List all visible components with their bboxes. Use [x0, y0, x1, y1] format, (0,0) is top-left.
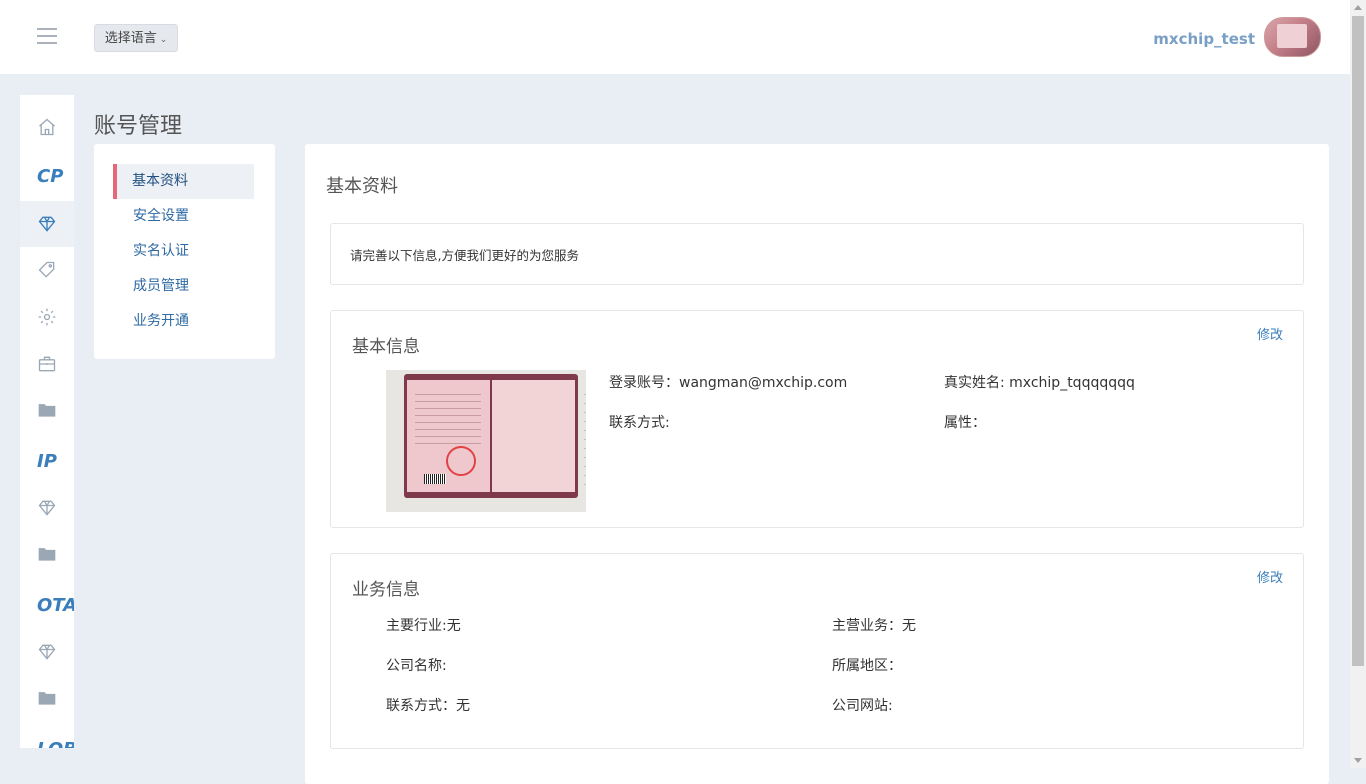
main-panel: 基本资料 请完善以下信息,方便我们更好的为您服务 基本信息 修改 登录账号：wa…: [305, 144, 1329, 784]
diamond-icon[interactable]: [20, 201, 74, 247]
submenu-item-members[interactable]: 成员管理: [113, 269, 254, 304]
contact-method: 联系方式:: [609, 415, 670, 431]
tag-icon[interactable]: [20, 247, 74, 293]
submenu-item-business[interactable]: 业务开通: [113, 304, 254, 339]
edit-basic-info-link[interactable]: 修改: [1257, 324, 1283, 343]
main-business: 主营业务：无: [832, 618, 916, 634]
submenu-item-basic-profile[interactable]: 基本资料: [113, 164, 254, 199]
page-scrollbar[interactable]: [1350, 0, 1366, 768]
folder-icon[interactable]: [20, 387, 74, 433]
real-name: 真实姓名: mxchip_tqqqqqqq: [944, 375, 1135, 391]
icon-sidebar: CP IP OTA LOB: [20, 95, 74, 748]
diamond-icon[interactable]: [20, 629, 74, 675]
basic-info-title: 基本信息: [352, 337, 420, 357]
main-industry: 主要行业:无: [386, 618, 461, 634]
section-title: 基本资料: [326, 176, 398, 197]
login-account: 登录账号：wangman@mxchip.com: [609, 375, 848, 391]
avatar[interactable]: [1264, 17, 1321, 57]
briefcase-icon[interactable]: [20, 341, 74, 387]
section-label-ip: IP: [37, 451, 57, 472]
submenu-item-security[interactable]: 安全设置: [113, 199, 254, 234]
section-label-cp: CP: [37, 166, 64, 187]
folder-icon[interactable]: [20, 675, 74, 721]
scrollbar-thumb[interactable]: [1352, 16, 1364, 666]
business-contact: 联系方式：无: [386, 698, 470, 714]
page-title: 账号管理: [94, 114, 183, 139]
notice-text: 请完善以下信息,方便我们更好的为您服务: [350, 248, 579, 263]
submenu-item-verification[interactable]: 实名认证: [113, 234, 254, 269]
attribute: 属性：: [944, 415, 986, 431]
scroll-up-icon[interactable]: [1354, 5, 1362, 10]
section-label-lob: LOB: [37, 739, 74, 748]
chevron-down-icon: ⌄: [159, 35, 168, 45]
edit-business-info-link[interactable]: 修改: [1257, 567, 1283, 586]
top-header: 选择语言 ⌄ mxchip_test: [0, 0, 1350, 74]
license-image: [386, 370, 586, 512]
business-info-card: 业务信息 修改 主要行业:无 主营业务：无 公司名称: 所属地区： 联系方式：无…: [330, 553, 1304, 749]
company-website: 公司网站:: [832, 698, 893, 714]
region: 所属地区：: [832, 658, 902, 674]
home-icon[interactable]: [20, 104, 74, 150]
menu-toggle-icon[interactable]: [37, 28, 57, 46]
business-info-title: 业务信息: [352, 580, 420, 600]
scroll-down-icon[interactable]: [1354, 758, 1362, 763]
language-select-label: 选择语言: [104, 31, 157, 46]
basic-info-card: 基本信息 修改 登录账号：wangman@mxchip.com 真实姓名: mx…: [330, 310, 1304, 528]
username-link[interactable]: mxchip_test: [1153, 30, 1255, 48]
notice-card: 请完善以下信息,方便我们更好的为您服务: [330, 223, 1304, 285]
section-label-ota: OTA: [37, 595, 74, 616]
folder-icon[interactable]: [20, 531, 74, 577]
diamond-icon[interactable]: [20, 485, 74, 531]
account-submenu: 基本资料 安全设置 实名认证 成员管理 业务开通: [94, 144, 275, 359]
gear-icon[interactable]: [20, 294, 74, 340]
company-name: 公司名称:: [386, 658, 447, 674]
language-select-button[interactable]: 选择语言 ⌄: [94, 24, 178, 52]
